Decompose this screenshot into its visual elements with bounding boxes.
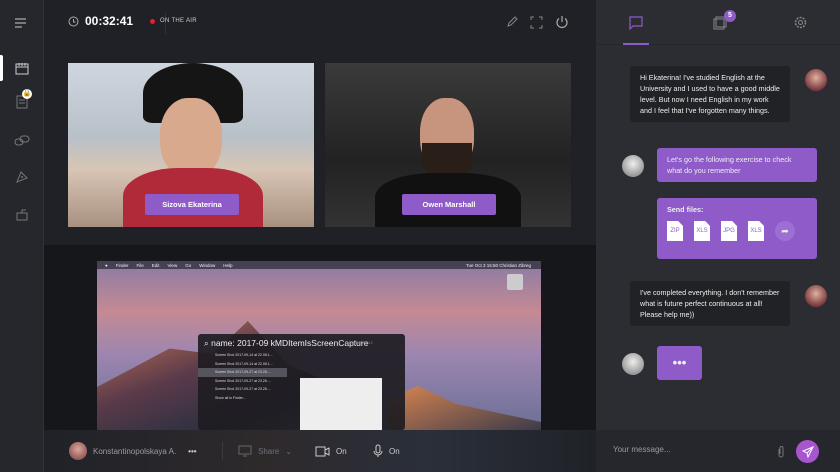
call-controls-bar: Konstantinopolskaya A. ••• Share ⌄ On On bbox=[44, 430, 596, 472]
mic-status: On bbox=[389, 446, 400, 456]
avatar bbox=[805, 285, 827, 307]
avatar bbox=[69, 442, 87, 460]
spotlight-results: Screen Shot 2017-09-14 at 22.08.1... Scr… bbox=[198, 351, 287, 402]
query-text: name: 2017-09 kMDItemIsScreenCapture bbox=[211, 338, 369, 348]
briefcase-icon bbox=[16, 209, 28, 221]
menubar-clock: Tue Oct 3 15:50 Christian Zibreg bbox=[465, 262, 531, 268]
menu-item: Edit bbox=[151, 262, 160, 268]
screen-share-area: ● Finder File Edit View Go Window Help T… bbox=[44, 245, 596, 430]
wallpaper-mountain bbox=[387, 386, 541, 430]
tab-settings[interactable] bbox=[760, 0, 840, 45]
file-zip-icon[interactable]: ZIP bbox=[667, 221, 683, 241]
spotlight-preview bbox=[300, 378, 382, 430]
current-user: Konstantinopolskaya A. ••• bbox=[69, 430, 197, 472]
disk-icon bbox=[507, 274, 523, 290]
sidebar-item-chat[interactable] bbox=[0, 126, 44, 156]
message-incoming: Hi Ekaterina! I've studied English at th… bbox=[630, 66, 790, 122]
call-timer: 00:32:41 bbox=[68, 14, 133, 28]
divider bbox=[222, 442, 223, 460]
result-item: Show all in Finder... bbox=[215, 395, 246, 400]
file-xls-icon[interactable]: XLS bbox=[694, 221, 710, 241]
microphone-icon bbox=[373, 444, 383, 458]
shared-screen: ● Finder File Edit View Go Window Help T… bbox=[97, 261, 541, 430]
sidebar: 🔒 bbox=[0, 0, 44, 472]
avatar bbox=[622, 155, 644, 177]
chevron-down-icon: ⌄ bbox=[285, 446, 293, 456]
apple-icon: ● bbox=[105, 262, 108, 268]
spotlight-window: ⌕ name: 2017-09 kMDItemIsScreenCapture —… bbox=[198, 334, 405, 430]
message-incoming: I've completed everything. I don't remem… bbox=[630, 281, 790, 326]
send-button[interactable] bbox=[796, 440, 819, 463]
pencil-icon[interactable] bbox=[506, 16, 518, 28]
avatar bbox=[805, 69, 827, 91]
sidebar-item-briefcase[interactable] bbox=[0, 200, 44, 230]
gear-icon bbox=[793, 15, 808, 30]
menu-item: File bbox=[136, 262, 144, 268]
menu-item: Window bbox=[199, 262, 216, 268]
monitor-icon bbox=[238, 445, 252, 457]
sidebar-item-calendar[interactable] bbox=[0, 53, 44, 83]
camera-status: On bbox=[336, 446, 347, 456]
palette-icon bbox=[15, 170, 29, 184]
status-label: ON THE AIR bbox=[160, 18, 197, 24]
avatar bbox=[622, 353, 644, 375]
timer-value: 00:32:41 bbox=[85, 14, 134, 28]
message-composer: Your message... bbox=[596, 430, 840, 472]
share-label: Share bbox=[258, 446, 280, 456]
mic-toggle[interactable]: On bbox=[373, 430, 400, 472]
power-icon[interactable] bbox=[555, 15, 569, 29]
result-item: Screen Shot 2017-09-27 at 23.26.... bbox=[215, 378, 271, 383]
tab-files[interactable]: 5 bbox=[680, 0, 760, 45]
sidebar-item-palette[interactable] bbox=[0, 162, 44, 192]
participant-face bbox=[160, 98, 222, 178]
chat-bubbles-icon bbox=[14, 135, 30, 147]
files-badge: 5 bbox=[724, 10, 736, 22]
result-item: Screen Shot 2017-09-27 at 23.26.... bbox=[198, 368, 287, 377]
chat-panel: 5 Hi Ekaterina! I've studied English at … bbox=[596, 0, 840, 472]
video-camera-icon bbox=[315, 446, 330, 457]
video-tile-sizova[interactable]: Sizova Ekaterina bbox=[68, 63, 314, 227]
result-item: Screen Shot 2017-09-27 at 23.26.... bbox=[215, 387, 271, 391]
fullscreen-icon[interactable] bbox=[530, 16, 543, 29]
panel-tabs: 5 bbox=[596, 0, 840, 45]
file-xls-icon[interactable]: XLS bbox=[748, 221, 764, 241]
spotlight-hint: — Screen Shot 2 bbox=[346, 341, 373, 345]
menu-item: Go bbox=[185, 262, 192, 268]
sidebar-item-notes[interactable]: 🔒 bbox=[0, 87, 44, 117]
video-tile-owen[interactable]: Owen Marshall bbox=[325, 63, 571, 227]
forward-icon[interactable]: ➦ bbox=[775, 221, 795, 241]
message-outgoing: Let's go the following exercise to check… bbox=[657, 148, 817, 182]
typing-indicator: ••• bbox=[657, 346, 702, 380]
share-button[interactable]: Share ⌄ bbox=[238, 430, 292, 472]
on-air-status: ON THE AIR bbox=[150, 18, 197, 24]
camera-toggle[interactable]: On bbox=[315, 430, 347, 472]
user-name: Konstantinopolskaya A. bbox=[93, 446, 177, 456]
chat-icon bbox=[629, 15, 643, 30]
tab-chat[interactable] bbox=[596, 0, 676, 45]
menu-icon[interactable] bbox=[14, 17, 28, 29]
menu-item: Help bbox=[223, 262, 233, 268]
participant-name-label: Sizova Ekaterina bbox=[145, 194, 239, 215]
spotlight-query: ⌕ name: 2017-09 kMDItemIsScreenCapture bbox=[204, 338, 369, 348]
live-dot-icon bbox=[150, 18, 155, 24]
participant-name-label: Owen Marshall bbox=[402, 194, 496, 215]
mac-menubar: ● Finder File Edit View Go Window Help T… bbox=[97, 261, 541, 269]
menu-item: Finder bbox=[115, 262, 129, 268]
menu-item: View bbox=[167, 262, 178, 268]
top-bar: 00:32:41 ON THE AIR bbox=[44, 0, 596, 45]
paper-plane-icon bbox=[801, 445, 814, 458]
clock-icon bbox=[68, 16, 79, 27]
result-item: Screen Shot 2017-09-14 at 22.08.1... bbox=[215, 353, 273, 357]
more-options-button[interactable]: ••• bbox=[188, 447, 196, 456]
send-files-title: Send files: bbox=[667, 205, 704, 214]
file-jpg-icon[interactable]: JPG bbox=[721, 221, 737, 241]
send-files-message: Send files: ZIP XLS JPG XLS ➦ bbox=[657, 198, 817, 259]
message-input[interactable]: Your message... bbox=[613, 445, 671, 454]
result-item: Screen Shot 2017-09-14 at 22.08.1... bbox=[215, 361, 273, 366]
paperclip-icon[interactable] bbox=[777, 445, 785, 458]
lock-icon: 🔒 bbox=[22, 89, 32, 99]
calendar-icon bbox=[15, 62, 29, 75]
